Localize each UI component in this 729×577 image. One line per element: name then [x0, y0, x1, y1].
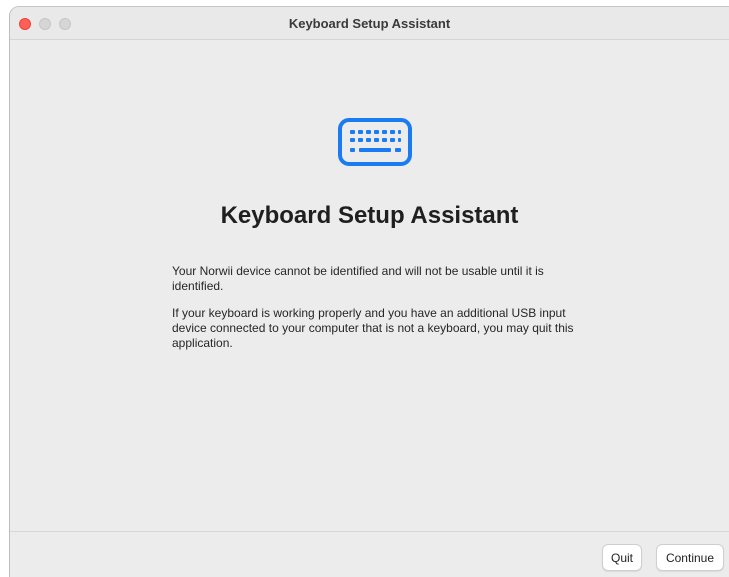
- app-window: Keyboard Setup Assistant Keyboard Setup …: [9, 6, 729, 577]
- description-paragraph: Your Norwii device cannot be identified …: [172, 264, 544, 293]
- quit-button[interactable]: Quit: [602, 544, 642, 571]
- continue-button[interactable]: Continue: [656, 544, 724, 571]
- description-paragraph: If your keyboard is working properly and…: [172, 306, 574, 350]
- description: Your Norwii device cannot be identified …: [172, 264, 592, 363]
- page-title: Keyboard Setup Assistant: [220, 202, 519, 229]
- window-title: Keyboard Setup Assistant: [288, 16, 451, 31]
- keyboard-icon: [338, 118, 412, 166]
- title-bar[interactable]: Keyboard Setup Assistant: [10, 7, 729, 40]
- main-content: Keyboard Setup Assistant Your Norwii dev…: [10, 40, 729, 529]
- footer-divider: [10, 531, 729, 532]
